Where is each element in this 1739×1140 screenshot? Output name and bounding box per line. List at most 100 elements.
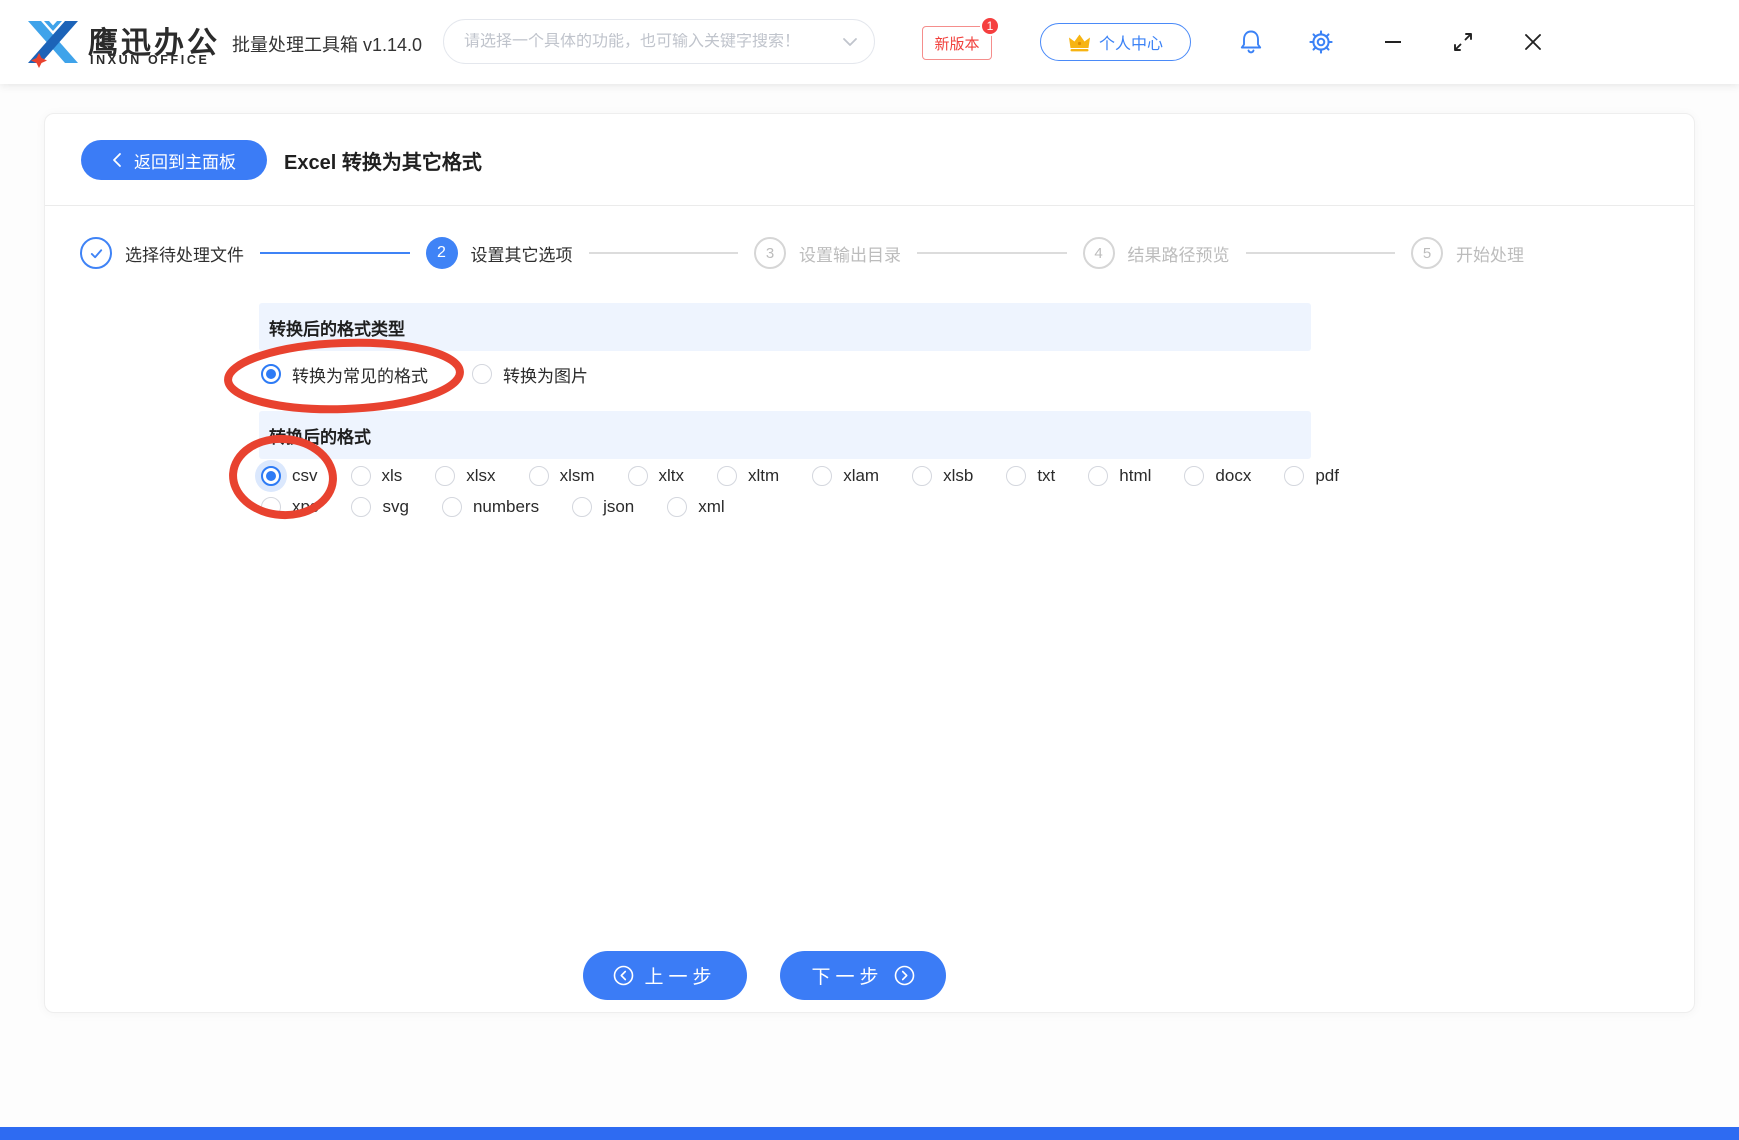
radio-option-numbers[interactable]: numbers	[441, 497, 540, 517]
notification-badge: 1	[980, 16, 1000, 36]
back-to-dashboard-button[interactable]: 返回到主面板	[81, 140, 267, 180]
close-button[interactable]	[1520, 29, 1546, 55]
step-number: 3	[754, 237, 786, 269]
radio-option-docx[interactable]: docx	[1184, 466, 1251, 486]
resize-button[interactable]	[1450, 29, 1476, 55]
radio-label: txt	[1037, 466, 1056, 485]
radio-unselected-icon[interactable]	[667, 497, 688, 517]
format-radio-group-row2: xps svg numbers json xml	[261, 493, 725, 521]
radio-option-xlsx[interactable]: xlsx	[435, 466, 496, 486]
chevron-down-icon	[843, 37, 857, 46]
radio-unselected-icon[interactable]	[572, 497, 593, 517]
app-version: v1.14.0	[363, 35, 423, 55]
radio-option-svg[interactable]: svg	[351, 497, 409, 517]
page-title: Excel 转换为其它格式	[284, 152, 482, 174]
step-label: 结果路径预览	[1127, 245, 1230, 265]
radio-unselected-icon[interactable]	[1284, 466, 1305, 486]
radio-label: xltx	[658, 466, 685, 485]
radio-option-xps[interactable]: xps	[261, 497, 318, 517]
new-version-label: 新版本	[934, 35, 980, 53]
radio-unselected-icon[interactable]	[1088, 466, 1109, 486]
radio-option-xltx[interactable]: xltx	[627, 466, 685, 486]
radio-selected-icon[interactable]	[261, 466, 281, 486]
radio-option-pdf[interactable]: pdf	[1284, 466, 1339, 486]
radio-label: xps	[292, 497, 319, 516]
radio-option-csv[interactable]: csv	[261, 466, 318, 486]
function-select[interactable]	[443, 19, 875, 64]
radio-label: xltm	[748, 466, 780, 485]
radio-label: csv	[292, 466, 318, 485]
radio-label: svg	[382, 497, 409, 516]
radio-option-txt[interactable]: txt	[1006, 466, 1055, 486]
step-label: 选择待处理文件	[125, 245, 244, 265]
radio-unselected-icon[interactable]	[1006, 466, 1027, 486]
radio-unselected-icon[interactable]	[812, 466, 833, 486]
step-number: 2	[425, 237, 458, 269]
stepper-connector	[260, 252, 410, 254]
radio-option-xls[interactable]: xls	[350, 466, 403, 486]
radio-option-xml[interactable]: xml	[667, 497, 725, 517]
panel-header: 返回到主面板 Excel 转换为其它格式	[45, 114, 1694, 206]
format-type-radio-group: 转换为常见的格式 转换为图片	[261, 359, 588, 389]
previous-step-button[interactable]: 上一步	[583, 951, 747, 1000]
window-bottom-accent	[0, 1127, 1739, 1140]
search-input[interactable]	[444, 32, 842, 51]
radio-unselected-icon[interactable]	[261, 497, 281, 517]
radio-label: xls	[381, 466, 403, 485]
profile-button[interactable]: 个人中心	[1040, 23, 1191, 61]
stepper-step-2: 2 设置其它选项	[425, 237, 573, 269]
radio-unselected-icon[interactable]	[912, 466, 933, 486]
radio-label: xlsx	[466, 466, 496, 485]
radio-label: xlsb	[943, 466, 974, 485]
radio-unselected-icon[interactable]	[627, 466, 648, 486]
radio-label: json	[603, 497, 635, 516]
radio-option-json[interactable]: json	[572, 497, 634, 517]
radio-option-xltm[interactable]: xltm	[717, 466, 779, 486]
radio-option-转换为常见的格式[interactable]: 转换为常见的格式	[261, 362, 428, 387]
radio-option-html[interactable]: html	[1088, 466, 1151, 486]
radio-unselected-icon[interactable]	[351, 497, 372, 517]
radio-unselected-icon[interactable]	[441, 497, 462, 517]
titlebar: 鹰迅办公 INXUN OFFICE 批量处理工具箱 v1.14.0 新版本 1 …	[0, 0, 1739, 84]
crown-icon	[1068, 34, 1090, 51]
step-label: 开始处理	[1456, 245, 1524, 265]
radio-label: numbers	[472, 497, 540, 516]
step-check-icon	[80, 237, 112, 269]
logo-name-en: INXUN OFFICE	[90, 53, 210, 67]
stepper-step-5: 5 开始处理	[1411, 237, 1524, 269]
back-button-label: 返回到主面板	[134, 152, 236, 172]
section-title-format-type: 转换后的格式类型	[259, 303, 1311, 351]
app-title: 批量处理工具箱 v1.14.0	[232, 31, 422, 57]
radio-unselected-icon[interactable]	[1184, 466, 1205, 486]
main-panel: 返回到主面板 Excel 转换为其它格式 选择待处理文件 2 设置其它选项 3 设置输出…	[44, 113, 1695, 1013]
radio-unselected-icon[interactable]	[528, 466, 549, 486]
radio-option-xlsm[interactable]: xlsm	[528, 466, 595, 486]
chevron-left-icon	[113, 153, 121, 167]
radio-option-转换为图片[interactable]: 转换为图片	[472, 362, 588, 387]
step-label: 设置其它选项	[470, 245, 573, 265]
new-version-button[interactable]: 新版本 1	[922, 16, 1000, 60]
radio-unselected-icon[interactable]	[435, 466, 456, 486]
minimize-button[interactable]	[1380, 29, 1406, 55]
radio-selected-icon[interactable]	[261, 364, 281, 384]
step-label: 设置输出目录	[799, 245, 901, 265]
stepper: 选择待处理文件 2 设置其它选项 3 设置输出目录 4 结果路径预览 5 开始处理	[80, 234, 1524, 272]
radio-label: pdf	[1315, 466, 1339, 485]
radio-option-xlam[interactable]: xlam	[812, 466, 879, 486]
step-number: 5	[1411, 237, 1443, 269]
stepper-step-4: 4 结果路径预览	[1082, 237, 1230, 269]
gear-icon[interactable]	[1308, 29, 1334, 55]
stepper-connector	[588, 252, 738, 254]
bell-icon[interactable]	[1238, 29, 1264, 55]
app-title-text: 批量处理工具箱	[232, 35, 358, 55]
radio-label: xlsm	[559, 466, 595, 485]
radio-unselected-icon[interactable]	[472, 364, 492, 384]
radio-option-xlsb[interactable]: xlsb	[912, 466, 973, 486]
arrow-right-circle-icon	[894, 965, 914, 986]
radio-label: xml	[698, 497, 725, 516]
radio-label: 转换为常见的格式	[292, 366, 428, 386]
radio-unselected-icon[interactable]	[350, 466, 371, 486]
radio-unselected-icon[interactable]	[717, 466, 738, 486]
logo-icon	[28, 21, 78, 68]
next-step-button[interactable]: 下一步	[780, 951, 946, 1000]
